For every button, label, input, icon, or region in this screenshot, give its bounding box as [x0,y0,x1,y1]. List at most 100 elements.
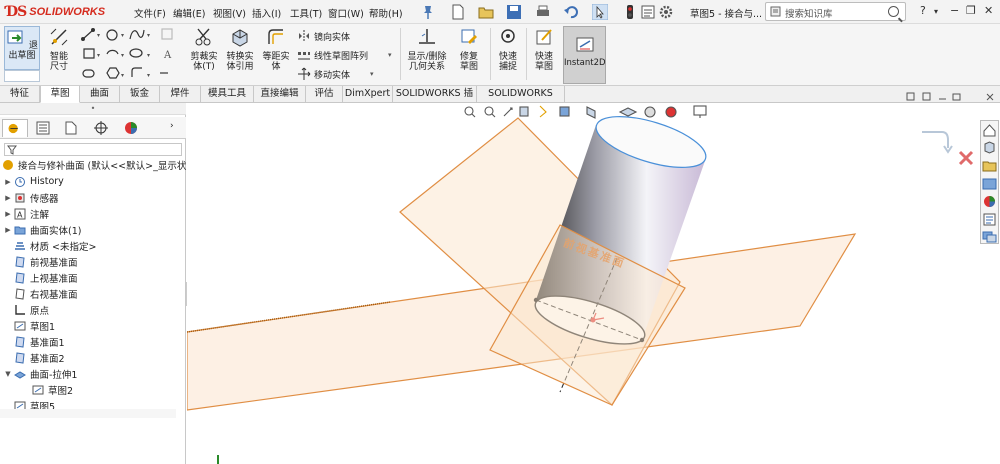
tree-item-top-plane[interactable]: 上视基准面 [12,270,78,285]
tree-item-plane1[interactable]: 基准面1 [12,334,65,349]
offset-entities-button[interactable]: 等距实体 [259,26,293,72]
heads-up-view-toolbar[interactable] [462,103,722,121]
move-entities-button[interactable]: 移动实体 ▾ [297,67,374,81]
solidworks-logo[interactable]: ƊS SOLIDWORKS [6,4,105,20]
tree-item-material[interactable]: 材质 <未指定> [12,238,96,253]
tree-item-plane2[interactable]: 基准面2 [12,350,65,365]
file-explorer-icon[interactable] [982,176,997,191]
tab-direct-editing[interactable]: 直接编辑 [254,86,306,103]
smart-dimension-button[interactable]: 智能尺寸 [42,26,76,72]
linear-pattern-dropdown-icon[interactable]: ▾ [388,51,392,59]
confirmation-corner[interactable] [918,126,978,170]
help-dropdown-icon[interactable]: ▾ [934,7,938,16]
home-icon[interactable] [982,123,997,138]
tree-item-sensors[interactable]: ▶ 传感器 [4,190,59,205]
repair-sketch-button[interactable]: 修复草图 [452,26,486,72]
help-question-icon[interactable]: ? [920,4,926,17]
pane-grip[interactable]: • [0,103,186,115]
feature-manager-tab-icon[interactable] [2,119,28,137]
tree-item-surface-extrude1[interactable]: ▼ 曲面-拉伸1 [4,366,77,381]
traffic-light-icon[interactable] [622,4,638,20]
select-arrow-icon[interactable] [592,4,608,20]
dimxpert-manager-tab-icon[interactable] [88,119,114,137]
tree-item-sketch2[interactable]: 草图2 [30,382,73,397]
expand-arrow-icon[interactable]: ▶ [4,194,12,202]
trim-label: 剪裁实体(T) [190,52,218,72]
pin-icon[interactable] [420,4,436,20]
tab-weldments[interactable]: 焊件 [160,86,201,103]
search-icon[interactable] [888,6,899,17]
tab-sheet-metal[interactable]: 钣金 [120,86,160,103]
viewport-close-icon[interactable] [985,91,995,103]
tree-item-origin[interactable]: 原点 [12,302,49,317]
tree-item-history[interactable]: ▶ History [4,174,64,189]
tree-item-right-plane[interactable]: 右视基准面 [12,286,78,301]
tree-filter[interactable] [4,143,182,156]
search-box[interactable]: 搜索知识库 [765,2,906,21]
convert-entities-button[interactable]: 转换实体引用 [222,26,258,72]
tab-mold-tools[interactable]: 模具工具 [201,86,254,103]
save-icon[interactable] [506,4,522,20]
tab-surfaces[interactable]: 曲面 [80,86,120,103]
resources-icon[interactable] [982,140,997,155]
tab-evaluate[interactable]: 评估 [306,86,343,103]
menu-insert[interactable]: 插入(I) [252,6,281,20]
tree-horizontal-scrollbar[interactable] [0,409,176,418]
exit-sketch-dropdown[interactable] [4,70,40,82]
manager-tabs-more-icon[interactable]: › [170,121,174,131]
tab-dimxpert[interactable]: DimXpert [343,86,393,103]
menu-file[interactable]: 文件(F) [134,6,166,20]
design-library-icon[interactable] [982,158,997,173]
mirror-entities-button[interactable]: 镜向实体 [297,29,350,43]
menu-edit[interactable]: 编辑(E) [173,6,205,20]
tab-solidworks-mbd[interactable]: SOLIDWORKS MBD [477,86,565,115]
forum-icon[interactable] [982,229,997,244]
sketch-entities-group[interactable]: A ▾ ▾ ▾ ▾ ▾ ▾ ▾ ▾ [80,27,180,83]
tree-item-sketch1[interactable]: 草图1 [12,318,55,333]
collapse-arrow-icon[interactable]: ▼ [4,370,12,378]
rapid-sketch-button[interactable]: 快速草图 [528,26,560,72]
tab-features[interactable]: 特征 [0,86,40,103]
part-icon [3,159,13,170]
move-dropdown-icon[interactable]: ▾ [370,70,374,78]
property-manager-tab-icon[interactable] [30,119,56,137]
offset-entities-icon [268,29,283,44]
tab-solidworks-addins[interactable]: SOLIDWORKS 插件 [393,86,477,115]
sensors-icon [15,193,25,202]
instant2d-button[interactable]: Instant2D [563,26,606,84]
custom-properties-icon[interactable] [982,212,997,227]
expand-arrow-icon[interactable]: ▶ [4,226,12,234]
new-document-icon[interactable] [450,4,466,20]
options-gear-icon[interactable] [658,4,674,20]
expand-arrow-icon[interactable]: ▶ [4,210,12,218]
show-delete-relations-button[interactable]: 显示/删除几何关系 [404,26,450,72]
tree-item-annotations[interactable]: ▶ A 注解 [4,206,49,221]
quick-snaps-button[interactable]: 快速捕捉 [492,26,524,72]
open-folder-icon[interactable] [478,4,494,20]
restore-button[interactable]: ❐ [966,4,976,17]
print-icon[interactable] [535,4,551,20]
exit-sketch-button[interactable]: 退出草图 [4,26,40,70]
tree-root-part[interactable]: 接合与修补曲面 (默认<<默认>_显示状 [2,157,186,172]
menu-tools[interactable]: 工具(T) [290,6,322,20]
minimize-button[interactable]: − [950,4,959,17]
linear-pattern-button[interactable]: 线性草图阵列 ▾ [297,48,392,62]
viewport-window-controls[interactable] [905,91,965,103]
origin-icon [15,304,25,315]
menu-view[interactable]: 视图(V) [213,6,246,20]
menu-help[interactable]: 帮助(H) [369,6,403,20]
expand-arrow-icon[interactable]: ▶ [4,178,12,186]
tab-sketch[interactable]: 草图 [40,86,80,103]
undo-icon[interactable] [563,4,579,20]
configuration-manager-tab-icon[interactable] [58,119,84,137]
svg-text:▾: ▾ [147,52,150,59]
tree-item-surface-bodies[interactable]: ▶ 曲面实体(1) [4,222,81,237]
tree-item-front-plane[interactable]: 前视基准面 [12,254,78,269]
appearances-icon[interactable] [982,194,997,209]
trim-entities-button[interactable]: 剪裁实体(T) [188,26,220,72]
graphics-area[interactable]: 前视基准面 [187,103,1000,464]
file-properties-icon[interactable] [640,4,656,20]
menu-window[interactable]: 窗口(W) [328,6,364,20]
display-manager-tab-icon[interactable] [118,119,144,137]
close-button[interactable]: ✕ [984,4,993,17]
